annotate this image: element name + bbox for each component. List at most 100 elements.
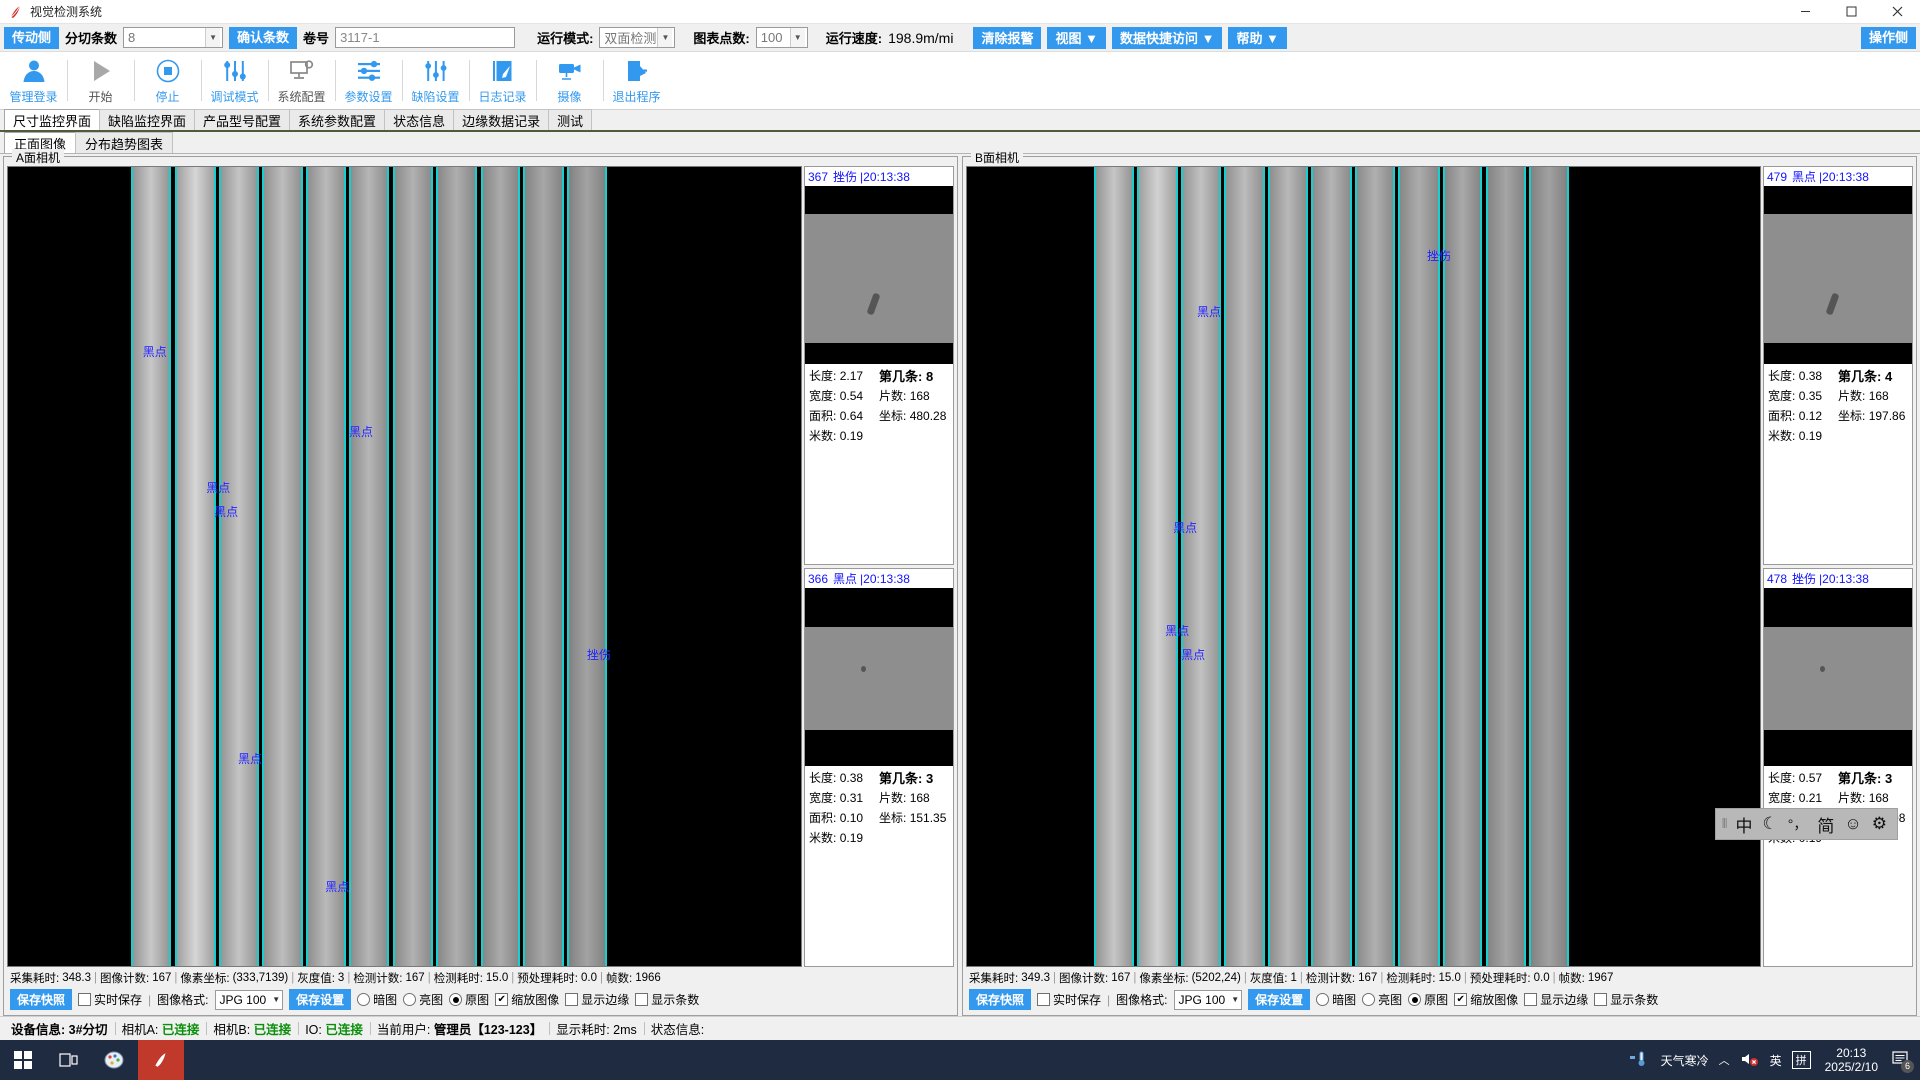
thumb-defect-spot (1820, 666, 1825, 672)
operator-side-tag[interactable]: 操作侧 (1861, 27, 1916, 49)
camera-a-show-edge-label: 显示边缘 (581, 991, 629, 1008)
help-menu-button[interactable]: 帮助 ▼ (1228, 27, 1286, 49)
camera-a-original-radio[interactable]: 原图 (449, 991, 489, 1008)
toolbar-button-7[interactable]: 日志记录 (469, 52, 536, 109)
strip-edge-line (1181, 167, 1183, 966)
camera-b-format-combo[interactable]: JPG 100 ▼ (1174, 990, 1243, 1010)
material-strip (1268, 167, 1308, 966)
ime-mode-indicator[interactable]: 拼 (1792, 1051, 1811, 1069)
defect-thumbnail[interactable] (1764, 186, 1912, 364)
camera-a-show-edge-checkbox[interactable]: 显示边缘 (565, 991, 629, 1008)
ime-language-button[interactable]: 中 (1736, 812, 1753, 837)
sub-tab-1[interactable]: 分布趋势图表 (75, 132, 173, 153)
notification-center-button[interactable]: 6 (1892, 1050, 1912, 1071)
main-tab-0[interactable]: 尺寸监控界面 (4, 109, 100, 130)
ime-grip-icon[interactable]: ⦀ (1722, 816, 1726, 832)
taskbar-app-vision[interactable] (138, 1040, 184, 1080)
camera-a-scale-image-checkbox[interactable]: ✔ 缩放图像 (495, 991, 559, 1008)
main-tab-5[interactable]: 边缘数据记录 (453, 109, 549, 130)
camera-b-bright-radio[interactable]: 亮图 (1362, 991, 1402, 1008)
defect-card[interactable]: 366黑点|20:13:38长度: 0.38第几条: 3宽度: 0.31片数: … (804, 568, 954, 967)
camera-b-original-radio[interactable]: 原图 (1408, 991, 1448, 1008)
toolbar-button-0[interactable]: 管理登录 (0, 52, 67, 109)
ime-settings-gear-icon[interactable]: ⚙ (1872, 814, 1887, 834)
defect-card[interactable]: 367挫伤|20:13:38长度: 2.17第几条: 8宽度: 0.54片数: … (804, 166, 954, 565)
cap-value: 348.3 (62, 972, 91, 984)
toolbar-button-8[interactable]: 摄像 (536, 52, 603, 109)
drive-side-tag[interactable]: 传动侧 (4, 27, 59, 49)
imgcount-value: 167 (1111, 972, 1130, 984)
camera-a-save-settings-button[interactable]: 保存设置 (289, 989, 351, 1010)
task-view-button[interactable] (46, 1040, 92, 1080)
camera-icon (557, 56, 583, 86)
view-menu-button[interactable]: 视图 ▼ (1047, 27, 1105, 49)
close-button[interactable] (1874, 0, 1920, 24)
clear-alarm-button[interactable]: 清除报警 (973, 27, 1041, 49)
camera-b-save-settings-button[interactable]: 保存设置 (1248, 989, 1310, 1010)
ime-punctuation-button[interactable]: °， (1788, 814, 1808, 834)
parameter-bar: 传动侧 分切条数 8 ▼ 确认条数 卷号 3117-1 运行模式: 双面检测 ▼… (0, 24, 1920, 52)
ime-floating-bar[interactable]: ⦀ 中 ☾ °， 简 ☺ ⚙ (1715, 808, 1898, 840)
strip-count-combo[interactable]: 8 ▼ (123, 27, 223, 48)
ime-moon-icon[interactable]: ☾ (1763, 814, 1778, 834)
camera-b-show-edge-checkbox[interactable]: 显示边缘 (1524, 991, 1588, 1008)
toolbar-button-6[interactable]: 缺陷设置 (402, 52, 469, 109)
tray-expand-chevron-icon[interactable]: ︿ (1719, 1052, 1730, 1068)
defect-thumbnail[interactable] (805, 588, 953, 766)
roll-number-input[interactable]: 3117-1 (335, 27, 515, 48)
taskbar-app-paint[interactable] (92, 1040, 138, 1080)
camera-a-save-snapshot-button[interactable]: 保存快照 (10, 989, 72, 1010)
main-tab-3[interactable]: 系统参数配置 (289, 109, 385, 130)
taskbar-clock[interactable]: 20:13 2025/2/10 (1821, 1046, 1882, 1074)
camera-b-realtime-save-checkbox[interactable]: 实时保存 (1037, 991, 1101, 1008)
defect-type: 挫伤 (833, 170, 857, 184)
minimize-button[interactable] (1782, 0, 1828, 24)
toolbar-button-9[interactable]: 退出程序 (603, 52, 670, 109)
main-tab-strip: 尺寸监控界面缺陷监控界面产品型号配置系统参数配置状态信息边缘数据记录测试 (0, 110, 1920, 132)
weather-text[interactable]: 天气寒冷 (1661, 1052, 1709, 1069)
main-tab-4[interactable]: 状态信息 (384, 109, 454, 130)
ime-simplified-button[interactable]: 简 (1817, 812, 1834, 837)
camera-a-format-combo[interactable]: JPG 100 ▼ (215, 990, 284, 1010)
toolbar-button-4[interactable]: 系统配置 (268, 52, 335, 109)
strip-edge-line (431, 167, 433, 966)
input-language-indicator[interactable]: 英 (1770, 1052, 1782, 1069)
strip-edge-line (1224, 167, 1226, 966)
camera-b-scale-image-checkbox[interactable]: ✔ 缩放图像 (1454, 991, 1518, 1008)
confirm-strip-count-button[interactable]: 确认条数 (229, 27, 297, 49)
chevron-down-icon: ▼ (657, 28, 672, 47)
camera-a-realtime-save-checkbox[interactable]: 实时保存 (78, 991, 142, 1008)
camera-a-title: A面相机 (12, 149, 64, 166)
main-tab-6[interactable]: 测试 (548, 109, 592, 130)
gray-label: 灰度值: (1250, 970, 1288, 986)
camera-b-show-count-checkbox[interactable]: 显示条数 (1594, 991, 1658, 1008)
main-tab-1[interactable]: 缺陷监控界面 (99, 109, 195, 130)
camera-a-dark-radio[interactable]: 暗图 (357, 991, 397, 1008)
data-quick-access-menu-button[interactable]: 数据快捷访问 ▼ (1112, 27, 1222, 49)
defect-thumbnail[interactable] (1764, 588, 1912, 766)
cap-label: 采集耗时: (969, 970, 1018, 986)
camera-a-bright-radio[interactable]: 亮图 (403, 991, 443, 1008)
defect-card[interactable]: 479黑点|20:13:38长度: 0.38第几条: 4宽度: 0.35片数: … (1763, 166, 1913, 565)
camera-a-image[interactable]: 黑点黑点黑点黑点黑点黑点挫伤 (7, 166, 802, 967)
maximize-button[interactable] (1828, 0, 1874, 24)
volume-muted-icon[interactable] (1740, 1051, 1760, 1070)
camera-b-save-snapshot-button[interactable]: 保存快照 (969, 989, 1031, 1010)
weather-icon[interactable] (1629, 1050, 1651, 1071)
main-tab-2[interactable]: 产品型号配置 (194, 109, 290, 130)
camera-a-view-wrap: 黑点黑点黑点黑点黑点黑点挫伤 (7, 166, 802, 967)
camera-b-image[interactable]: 挫伤黑点黑点黑点黑点 (966, 166, 1761, 967)
toolbar-button-5[interactable]: 参数设置 (335, 52, 402, 109)
start-button[interactable] (0, 1040, 46, 1080)
defect-overlay-label: 挫伤 (587, 646, 611, 663)
toolbar-button-1[interactable]: 开始 (67, 52, 134, 109)
toolbar-button-2[interactable]: 停止 (134, 52, 201, 109)
toolbar-button-3[interactable]: 调试模式 (201, 52, 268, 109)
defect-thumbnail[interactable] (805, 186, 953, 364)
camera-a-show-count-checkbox[interactable]: 显示条数 (635, 991, 699, 1008)
defect-card[interactable]: 478挫伤|20:13:38长度: 0.57第几条: 3宽度: 0.21片数: … (1763, 568, 1913, 967)
run-mode-combo[interactable]: 双面检测 ▼ (599, 27, 675, 48)
camera-b-dark-radio[interactable]: 暗图 (1316, 991, 1356, 1008)
chart-points-combo[interactable]: 100 ▼ (756, 27, 808, 48)
ime-emoji-icon[interactable]: ☺ (1844, 814, 1861, 834)
